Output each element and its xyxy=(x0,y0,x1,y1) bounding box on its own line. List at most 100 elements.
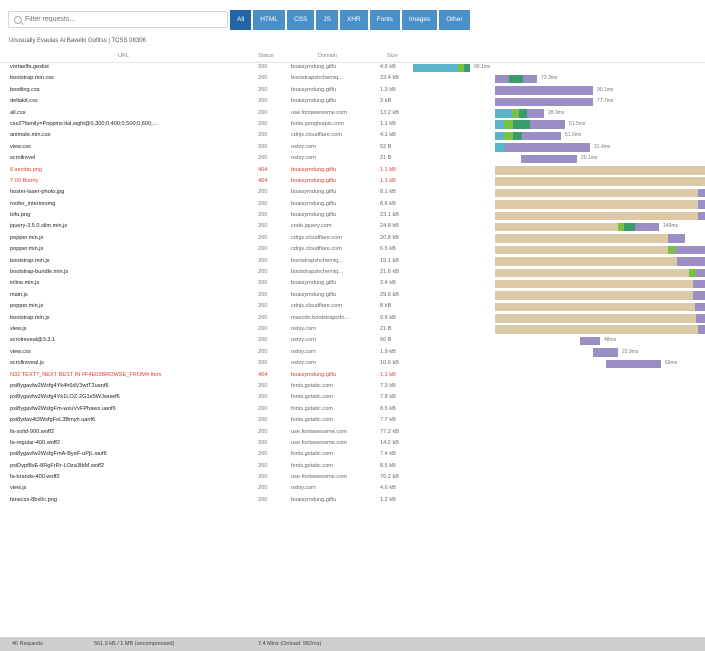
request-row[interactable]: view.js 200 ostsy.com 4.6 kB xyxy=(0,483,705,494)
request-row[interactable]: bootstrap.min.js 200 bootstrapshchemiq... 1… xyxy=(0,256,705,267)
timing-label: 90.1ms xyxy=(597,86,614,93)
timing-label: 51.6ms xyxy=(565,132,582,139)
request-row[interactable]: css2?family=Poppins:ital,wght@0,300;0,40… xyxy=(0,119,705,130)
request-row[interactable]: inline.min.js 200 boaisymdung.giflu 2.4 kB xyxy=(0,278,705,289)
request-url: main.js xyxy=(10,290,246,301)
filter-tab-html[interactable]: HTML xyxy=(253,10,285,30)
request-row[interactable]: deltakit.css 200 boaisymdung.giflu 3 kB 77.7… xyxy=(0,96,705,107)
timing-label: 60ms xyxy=(665,360,678,367)
request-row[interactable]: animate.min.css 200 cdnjs.cloudflare.com 4.… xyxy=(0,130,705,141)
request-row[interactable]: bootstrap.min.js 200 maxcdn.bootstrapcdn..… xyxy=(0,313,705,324)
request-size: 6.5 kB xyxy=(380,246,396,253)
request-size: 76.2 kB xyxy=(380,474,399,481)
timing-blocked xyxy=(593,348,618,357)
request-status: 200 xyxy=(258,451,268,458)
request-row[interactable]: vortaelfa.geslist 200 boaisymdung.giflu 4.6… xyxy=(0,62,705,73)
request-row[interactable]: N32 TEXT?_NEXT BEST IN #F4E03BROWSE_FROM… xyxy=(0,370,705,381)
request-row[interactable]: popper.min.js 200 cdnjs.cloudflare.com 6.5 … xyxy=(0,244,705,255)
request-size: 1.9 kB xyxy=(380,348,396,355)
filter-tab-all[interactable]: All xyxy=(230,10,252,30)
request-row[interactable]: jquery-3.5.0.slim.min.js 200 code.jquery.c… xyxy=(0,221,705,232)
request-status: 200 xyxy=(258,394,268,401)
timing-blocked xyxy=(522,131,561,141)
column-header-size[interactable]: Size xyxy=(387,53,398,59)
request-row[interactable]: 7.00 Bunny 404 boaisymdung.giflu 1.1 kB xyxy=(0,176,705,187)
request-row[interactable]: pxiDypf8vE-8RgFrRr-LOza3IbM.woff2 200 font… xyxy=(0,461,705,472)
request-row[interactable]: hoster-laser-photo.jpg 200 boaisymdung.gif… xyxy=(0,187,705,198)
waterfall-bar xyxy=(413,415,705,426)
timing-blocked xyxy=(527,109,544,118)
request-size: 21 B xyxy=(380,325,392,332)
request-status: 200 xyxy=(258,485,268,492)
request-size: 8.5 kB xyxy=(380,405,396,412)
filter-tab-images[interactable]: Images xyxy=(401,10,438,30)
request-domain: boaisymdung.giflu xyxy=(291,189,337,196)
timing-blocked xyxy=(698,211,705,221)
request-row[interactable]: bootstrap.min.css 200 bootstrapshchemiq...… xyxy=(0,73,705,84)
timing-connect xyxy=(512,109,519,118)
request-status: 200 xyxy=(258,360,268,367)
request-domain: ostsy.com xyxy=(291,325,316,332)
request-status: 200 xyxy=(258,189,268,196)
filter-tab-css[interactable]: CSS xyxy=(286,10,315,30)
timing-blocked xyxy=(580,336,600,346)
request-row[interactable]: pxi8ygavfw2Wsfg4Yk4h6dV3wtT2uanf6 200 font… xyxy=(0,381,705,392)
request-row[interactable]: scrollreveal.js 200 ostsy.com 10.6 kB 60ms xyxy=(0,358,705,369)
request-row[interactable]: fa-brands-400.woff2 200 use.fontawesome.co… xyxy=(0,472,705,483)
waterfall-bar xyxy=(413,233,705,244)
timing-blocked xyxy=(530,120,565,129)
column-header-domain[interactable]: Domain xyxy=(318,53,337,59)
timing-connect xyxy=(504,131,513,141)
request-row[interactable]: fa-solid-900.woff2 200 use.fontawesome.com… xyxy=(0,427,705,438)
request-size: 1.1 kB xyxy=(380,166,396,173)
request-row[interactable]: pxi8ygavfw2WsfgFmA-ByeF-uPjL.wuf6 200 font… xyxy=(0,449,705,460)
filter-tab-js[interactable]: JS xyxy=(316,10,338,30)
status-bar: 40 Requests 561.9 kB / 1 MB (uncompresse… xyxy=(0,637,705,651)
request-row[interactable]: bootstrap-bundle.min.js 200 bootstrapshche… xyxy=(0,267,705,278)
filter-input[interactable] xyxy=(25,14,221,25)
request-size: 21 B xyxy=(380,155,392,162)
request-url: N32 TEXT?_NEXT BEST IN #F4E03BROWSE_FROM… xyxy=(10,370,246,381)
request-size: 1.2 kB xyxy=(380,496,396,503)
request-row[interactable]: scrolreveal@3.3.1 200 ostsy.com 60 B 48ms xyxy=(0,335,705,346)
request-row[interactable]: pxi8ygavfw2WsfgFm-wxuVvFPhaws.uanf6 200 fo… xyxy=(0,404,705,415)
request-row[interactable]: pxi8ygavfw2Wsfg4Yk1LOZ-2G1e5WJwuwf6 200 fo… xyxy=(0,392,705,403)
request-row[interactable]: view.js 200 ostsy.com 21 B xyxy=(0,324,705,335)
column-header-status[interactable]: Status xyxy=(258,53,274,59)
request-row[interactable]: pxi8ydav4t3WsfgFoL3Bmyh.uanf6 200 fonts.gs… xyxy=(0,415,705,426)
filter-tab-fonts[interactable]: Fonts xyxy=(369,10,400,30)
request-row[interactable]: all.css 200 use.fontawesome.com 13.2 kB 28.9… xyxy=(0,108,705,119)
request-row[interactable]: scrollrevel 200 ostsy.com 21 B 20.1ms xyxy=(0,153,705,164)
request-url: view.js xyxy=(10,324,246,335)
request-row[interactable]: tofu.png 200 boaisymdung.giflu 23.1 kB xyxy=(0,210,705,221)
request-row[interactable]: fanecss-8bx0c.png 200 boaisymdung.giflu 1.2… xyxy=(0,495,705,506)
search-box[interactable] xyxy=(8,11,228,28)
timing-receive xyxy=(624,222,635,232)
filter-tab-other[interactable]: Other xyxy=(439,10,470,30)
request-row[interactable]: popper.min.js 200 cdnjs.cloudflare.com 8 kB xyxy=(0,301,705,312)
request-status: 200 xyxy=(258,75,268,82)
request-status: 200 xyxy=(258,86,268,93)
request-row[interactable]: 6.sechto.png 404 boaisymdung.giflu 1.1 kB xyxy=(0,165,705,176)
request-domain: ostsy.com xyxy=(291,155,316,162)
request-row[interactable]: roofer_interiorsmg 200 boaisymdung.giflu 8.… xyxy=(0,199,705,210)
request-row[interactable]: view.css 200 ostsy.com 1.9 kB 22.9ms xyxy=(0,347,705,358)
request-row[interactable]: fa-regular-400.woff2 200 use.fontawesome.c… xyxy=(0,438,705,449)
request-domain: boaisymdung.giflu xyxy=(291,200,337,207)
waterfall-bar xyxy=(413,278,705,289)
request-url: fa-regular-400.woff2 xyxy=(10,438,246,449)
request-row[interactable]: main.js 200 boaisymdung.giflu 29.6 kB xyxy=(0,290,705,301)
request-size: 77.2 kB xyxy=(380,428,399,435)
waterfall-bar xyxy=(413,472,705,483)
column-header-url[interactable]: URL xyxy=(118,53,129,59)
request-count: 40 Requests xyxy=(12,641,43,647)
request-row[interactable]: bootling.css 200 boaisymdung.giflu 1.3 kB 90… xyxy=(0,85,705,96)
request-size: 8.6 kB xyxy=(380,200,396,207)
request-row[interactable]: popper.min.js 200 cdnjs.cloudflare.com 20.8… xyxy=(0,233,705,244)
request-row[interactable]: view.css 200 ostsy.com 52 B 31.4ms xyxy=(0,142,705,153)
timing-wait xyxy=(495,302,695,312)
request-status: 200 xyxy=(258,382,268,389)
waterfall-bar: 149ms xyxy=(413,221,705,232)
request-status: 200 xyxy=(258,417,268,424)
filter-tab-xhr[interactable]: XHR xyxy=(339,10,368,30)
